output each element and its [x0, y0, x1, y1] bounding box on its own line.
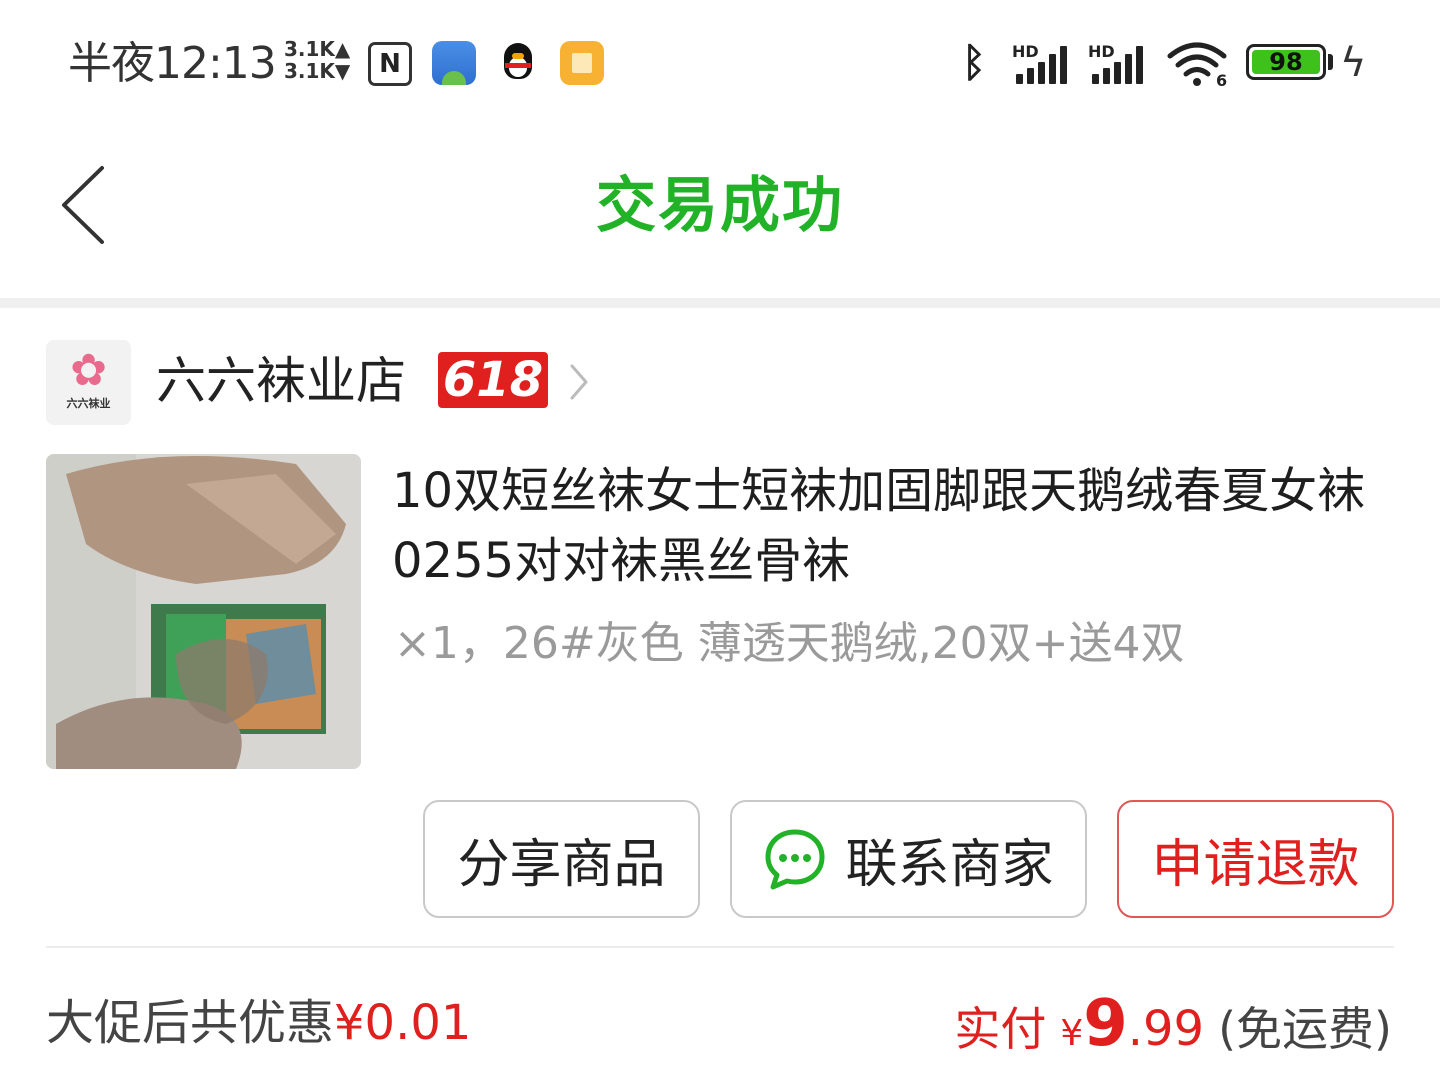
- price-decimal: .99: [1127, 1001, 1205, 1057]
- promo-badge: 618: [438, 352, 548, 408]
- product-spec: ×1，26#灰色 薄透天鹅绒,20双+送4双: [394, 618, 1185, 669]
- divider: [46, 946, 1394, 948]
- section-divider: [0, 298, 1440, 308]
- chat-icon: [765, 829, 825, 890]
- bluetooth-icon: ᛒ: [962, 40, 986, 86]
- qq-icon: [496, 41, 540, 85]
- paid-summary: 实付 ¥9.99 (免运费): [954, 986, 1392, 1072]
- product-title[interactable]: 10双短丝袜女士短袜加固脚跟天鹅绒春夏女袜0255对对袜黑丝骨袜: [392, 456, 1382, 596]
- shop-name[interactable]: 六六袜业店: [156, 348, 406, 414]
- discount-amount: ¥0.01: [334, 995, 472, 1051]
- net-up: 3.1K▲: [284, 37, 351, 61]
- nfc-icon: N: [368, 42, 412, 86]
- price-integer: 9: [1083, 987, 1128, 1061]
- android-app-icon: [432, 41, 476, 85]
- share-product-label: 分享商品: [457, 834, 666, 895]
- network-speed: 3.1K▲ 3.1K▼: [284, 38, 350, 82]
- net-down: 3.1K▼: [284, 59, 351, 83]
- page-title: 交易成功: [596, 171, 844, 241]
- shipping-note: (免运费): [1218, 1002, 1392, 1056]
- notes-icon: [560, 41, 604, 85]
- battery-tip: [1328, 54, 1333, 70]
- signal-icon: HD: [1088, 42, 1150, 86]
- wifi-icon: 6: [1167, 42, 1227, 88]
- star-icon: ✿: [70, 345, 107, 396]
- shop-logo[interactable]: ✿ 六六袜业: [46, 340, 131, 425]
- discount-summary: 大促后共优惠¥0.01: [46, 988, 471, 1058]
- refund-button[interactable]: 申请退款: [1117, 800, 1394, 918]
- share-product-button[interactable]: 分享商品: [423, 800, 700, 918]
- signal-hd-label: HD: [1012, 42, 1039, 61]
- contact-seller-button[interactable]: 联系商家: [730, 800, 1087, 918]
- charging-icon: ϟ: [1340, 40, 1367, 86]
- product-image[interactable]: [46, 454, 361, 769]
- battery-icon: 98: [1246, 44, 1326, 80]
- discount-label: 大促后共优惠: [46, 995, 335, 1051]
- contact-seller-label: 联系商家: [845, 834, 1054, 895]
- status-time: 半夜12:13: [68, 38, 277, 89]
- refund-label: 申请退款: [1151, 834, 1360, 895]
- signal-hd-label: HD: [1088, 42, 1115, 61]
- wifi-badge: 6: [1216, 71, 1227, 88]
- paid-label: 实付: [954, 1002, 1047, 1056]
- signal-icon: HD: [1012, 42, 1074, 86]
- currency-symbol: ¥: [1060, 1013, 1084, 1054]
- battery-level: 98: [1269, 48, 1303, 76]
- shop-logo-text: 六六袜业: [66, 397, 111, 410]
- chevron-right-icon[interactable]: [566, 360, 592, 404]
